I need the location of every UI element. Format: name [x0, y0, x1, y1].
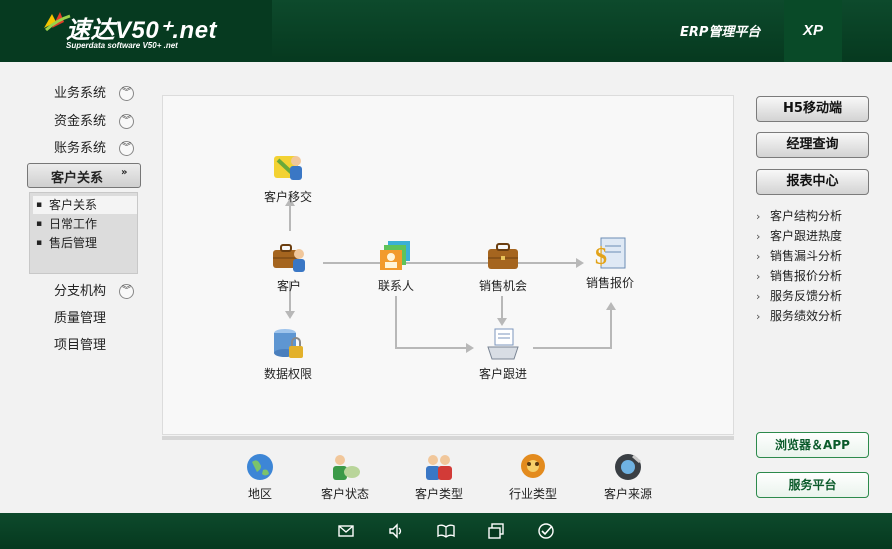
globe-icon	[245, 452, 275, 482]
node-sales-opportunity[interactable]: 销售机会	[463, 239, 543, 294]
customer-type-icon	[424, 452, 454, 482]
chevron-down-icon[interactable]: ︾	[119, 141, 134, 156]
browser-app-button[interactable]: 浏览器＆APP	[756, 432, 869, 458]
report-center-button[interactable]: 报表中心	[756, 169, 869, 195]
bottom-item-source[interactable]: 客户来源	[593, 452, 663, 502]
bottom-item-type[interactable]: 客户类型	[404, 452, 474, 502]
menu-item-branches[interactable]: 分支机构	[54, 282, 106, 302]
volume-icon[interactable]	[387, 522, 405, 540]
report-link[interactable]: › 销售报价分析	[756, 267, 842, 285]
node-customer-transfer[interactable]: 客户移交	[248, 150, 328, 205]
menu-item-funds[interactable]: 资金系统	[54, 112, 106, 132]
report-link[interactable]: › 客户结构分析	[756, 207, 842, 225]
menu-item-projects[interactable]: 项目管理	[54, 336, 106, 356]
menu-item-label: 业务系统	[54, 86, 107, 101]
service-platform-button[interactable]: 服务平台	[756, 472, 869, 498]
briefcase-icon	[486, 239, 520, 273]
menu-item-label: 项目管理	[54, 338, 107, 353]
chevron-right-icon: ›	[756, 270, 761, 283]
top-header: 速达V50⁺.net Superdata software V50+ .net …	[0, 0, 892, 62]
menu-item-quality[interactable]: 质量管理	[54, 309, 106, 329]
svg-text:$: $	[595, 244, 607, 270]
bottom-item-label: 客户来源	[603, 487, 652, 501]
logo-area: 速达V50⁺.net Superdata software V50+ .net	[0, 0, 272, 62]
h5-mobile-button[interactable]: H5移动端	[756, 96, 869, 122]
node-label: 销售报价	[585, 276, 634, 290]
bottom-item-label: 地区	[247, 487, 272, 501]
menu-item-label: 分支机构	[54, 284, 107, 299]
bottom-item-label: 客户类型	[414, 487, 463, 501]
logo-subtitle: Superdata software V50+ .net	[66, 41, 178, 50]
window-icon[interactable]	[487, 522, 505, 540]
logo-title: 速达V50⁺.net	[66, 17, 218, 44]
bottom-item-region[interactable]: 地区	[225, 452, 295, 502]
database-lock-icon	[271, 327, 305, 361]
menu-item-label: 客户关系	[51, 171, 104, 186]
chevron-down-icon: »	[121, 167, 128, 178]
report-link[interactable]: › 客户跟进热度	[756, 227, 842, 245]
node-customer[interactable]: 客户	[249, 239, 329, 294]
bottom-item-label: 客户状态	[320, 487, 369, 501]
menu-item-label: 质量管理	[54, 311, 107, 326]
crm-submenu: 客户关系 日常工作 售后管理	[29, 192, 138, 274]
transfer-icon	[271, 150, 305, 184]
menu-item-label: 资金系统	[54, 114, 107, 129]
menu-item-label: 账务系统	[54, 141, 107, 156]
node-customer-followup[interactable]: 客户跟进	[463, 327, 543, 382]
node-label: 数据权限	[263, 367, 312, 381]
industry-icon	[518, 452, 548, 482]
report-link[interactable]: › 服务反馈分析	[756, 287, 842, 305]
chevron-right-icon: ›	[756, 230, 761, 243]
edition-badge: XP	[784, 0, 842, 62]
mail-icon[interactable]	[337, 522, 355, 540]
report-link[interactable]: › 销售漏斗分析	[756, 247, 842, 265]
node-label: 客户跟进	[478, 367, 527, 381]
customer-briefcase-icon	[272, 239, 306, 273]
quote-document-icon: $	[593, 236, 627, 270]
chevron-down-icon[interactable]: ︾	[119, 284, 134, 299]
node-label: 客户移交	[263, 190, 312, 204]
bottom-item-status[interactable]: 客户状态	[310, 452, 380, 502]
check-icon[interactable]	[537, 522, 555, 540]
node-sales-quote[interactable]: $ 销售报价	[570, 236, 650, 291]
submenu-item-crm[interactable]: 客户关系	[33, 196, 137, 214]
bottom-item-label: 行业类型	[508, 487, 557, 501]
node-contact[interactable]: 联系人	[356, 239, 436, 294]
menu-item-crm-active[interactable]: 客户关系 »	[27, 163, 141, 188]
bottom-item-industry[interactable]: 行业类型	[498, 452, 568, 502]
menu-item-business[interactable]: 业务系统	[54, 84, 106, 104]
node-data-permission[interactable]: 数据权限	[248, 327, 328, 382]
node-label: 客户	[276, 279, 301, 293]
satellite-icon	[613, 452, 643, 482]
node-label: 销售机会	[478, 279, 527, 293]
book-icon[interactable]	[437, 522, 455, 540]
chevron-right-icon: ›	[756, 290, 761, 303]
chevron-down-icon[interactable]: ︾	[119, 114, 134, 129]
customer-status-icon	[330, 452, 360, 482]
submenu-item-aftersales[interactable]: 售后管理	[33, 234, 137, 252]
chevron-right-icon: ›	[756, 310, 761, 323]
submenu-item-daily[interactable]: 日常工作	[33, 215, 137, 233]
platform-title: ERP管理平台	[680, 25, 761, 40]
chevron-right-icon: ›	[756, 250, 761, 263]
followup-printer-icon	[486, 327, 520, 361]
contacts-icon	[379, 239, 413, 273]
report-link[interactable]: › 服务绩效分析	[756, 307, 842, 325]
node-label: 联系人	[377, 279, 414, 293]
chevron-down-icon[interactable]: ︾	[119, 86, 134, 101]
manager-query-button[interactable]: 经理查询	[756, 132, 869, 158]
menu-item-accounts[interactable]: 账务系统	[54, 139, 106, 159]
chevron-right-icon: ›	[756, 210, 761, 223]
